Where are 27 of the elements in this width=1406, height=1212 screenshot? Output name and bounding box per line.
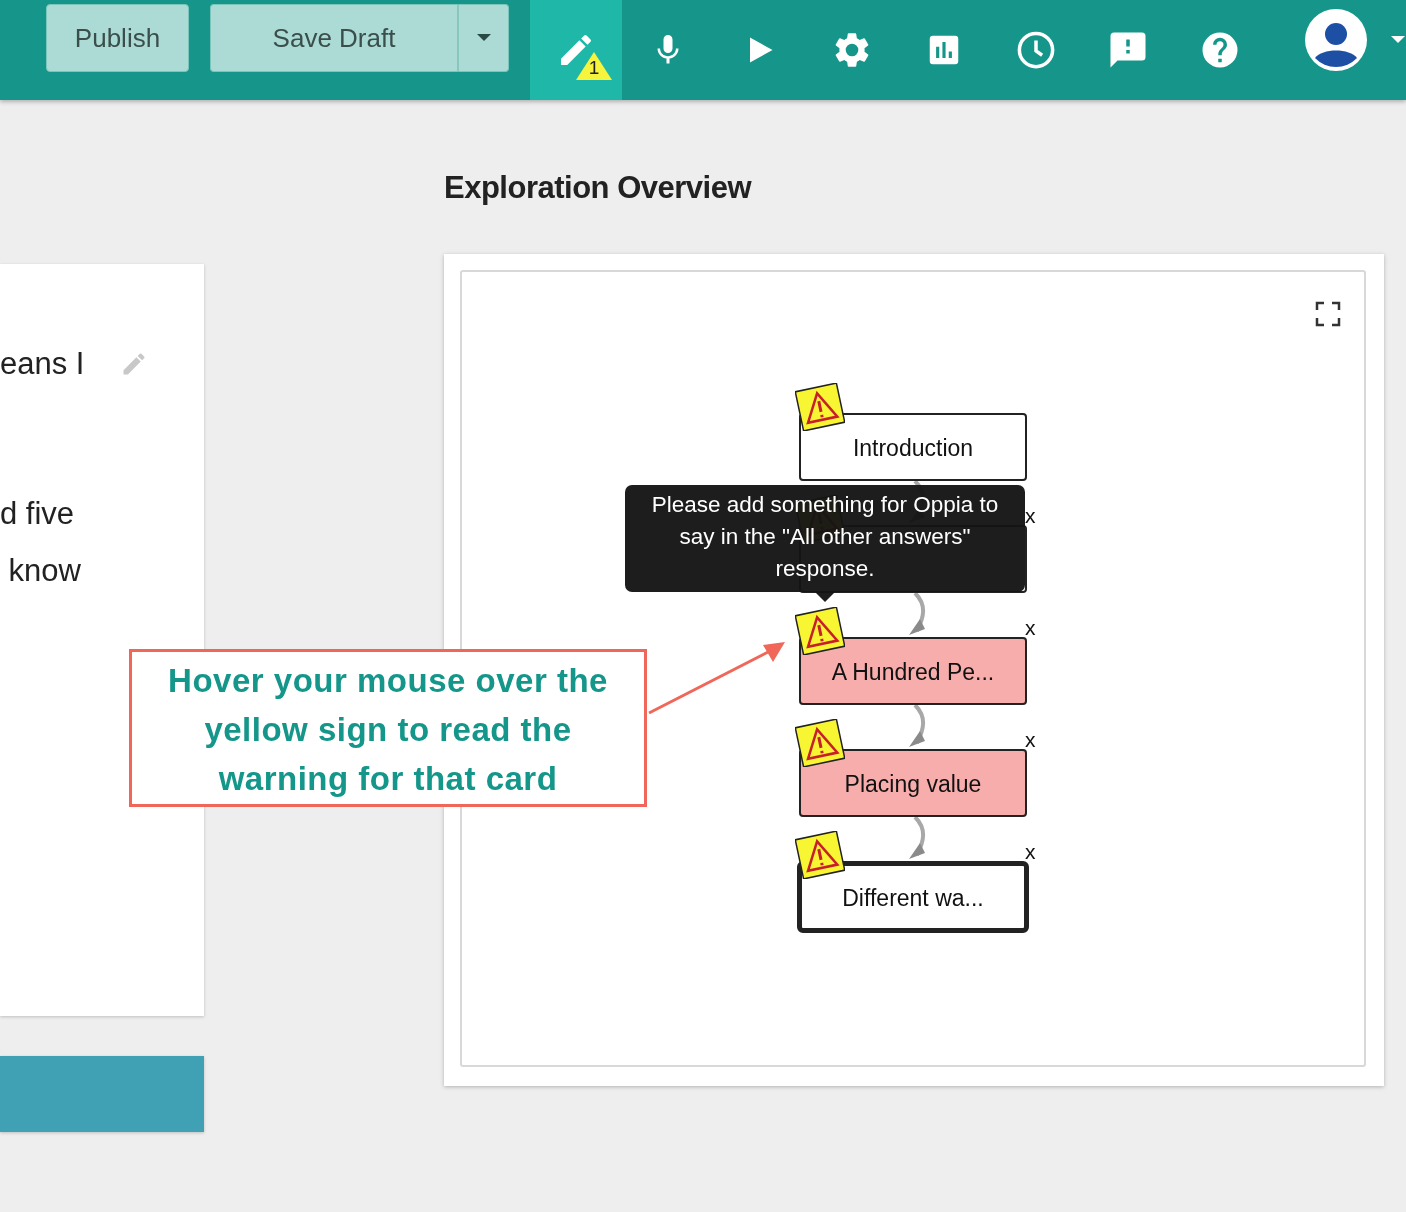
- warning-tooltip: Please add something for Oppia to say in the "All other answers" response.: [625, 485, 1025, 592]
- section-heading: Exploration Overview: [444, 170, 753, 207]
- card-text: know: [7, 553, 82, 589]
- delete-node-button[interactable]: x: [1025, 505, 1036, 526]
- state-node[interactable]: Placing value: [799, 749, 1027, 817]
- edge-arrow: [909, 815, 926, 859]
- state-node[interactable]: Different wa...: [797, 861, 1029, 933]
- state-node[interactable]: A Hundred Pe...: [799, 637, 1027, 705]
- tooltip-pointer: [815, 592, 835, 602]
- avatar-icon[interactable]: [1304, 8, 1368, 72]
- publish-button[interactable]: Publish: [46, 4, 189, 72]
- pencil-tab[interactable]: 1: [530, 0, 622, 100]
- delete-node-button[interactable]: x: [1025, 729, 1036, 750]
- card-text: d five: [0, 496, 76, 532]
- caret-icon: [475, 33, 492, 43]
- state-node[interactable]: Introduction: [799, 413, 1027, 481]
- save-draft-button[interactable]: Save Draft: [210, 4, 459, 72]
- clock-icon: [1015, 29, 1057, 71]
- instruction-callout: Hover your mouse over the yellow sign to read the warning for that card: [129, 649, 647, 807]
- warning-badge: 1: [576, 52, 612, 80]
- delete-node-button[interactable]: x: [1025, 617, 1036, 638]
- caret-icon[interactable]: [1390, 35, 1406, 45]
- delete-node-button[interactable]: x: [1025, 841, 1036, 862]
- card-text: eans I: [0, 346, 85, 382]
- edge-arrow: [909, 703, 926, 747]
- fullscreen-icon[interactable]: [1315, 301, 1341, 327]
- edge-arrow: [909, 591, 926, 635]
